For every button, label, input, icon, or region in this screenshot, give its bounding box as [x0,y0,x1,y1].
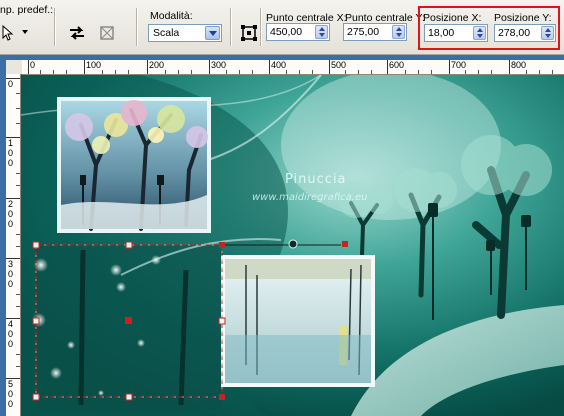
corner-handle[interactable] [32,241,40,249]
deform-toggle-button[interactable] [238,22,260,44]
ruler-mark: 700 [451,60,467,70]
ruler-mark: 0 [8,389,14,399]
ruler-mark: 100 [86,60,102,70]
center-x-input[interactable]: 450,00 [266,23,330,41]
edge-handle[interactable] [125,393,133,401]
horizontal-ruler: 0 100 200 300 400 500 600 700 800 [22,60,564,75]
mode-label: Modalità: [150,10,193,22]
ruler-mark: 0 [8,148,14,158]
preset-label: np. predef.: [0,4,54,16]
toolbar-separator [260,8,262,46]
mode-select-value: Scala [153,27,180,39]
ruler-mark: 0 [8,329,14,339]
canvas-image[interactable] [21,75,564,416]
ruler-mark: 0 [8,79,14,89]
ruler-mark: 0 [8,269,14,279]
ruler-mark: 0 [8,279,14,289]
ruler-corner [6,60,22,74]
tool-options-toolbar: np. predef.: Modalità: Scala Punto centr… [0,0,564,55]
ruler-mark: 1 [8,138,14,148]
ruler-mark: 200 [149,60,165,70]
ruler-mark: 0 [8,219,14,229]
center-handle[interactable] [125,317,132,324]
rotation-handle[interactable] [342,241,348,247]
watermark-name: Pinuccia [285,172,347,187]
corner-handle[interactable] [219,394,225,400]
artwork-svg [21,75,564,416]
ruler-mark: 0 [8,399,14,409]
ruler-mark: 0 [8,158,14,168]
pointer-icon [2,24,14,41]
center-x-value: 450,00 [270,26,303,38]
deform-box-icon [241,25,257,41]
ruler-mark: 0 [8,209,14,219]
center-y-input[interactable]: 275,00 [343,23,407,41]
preset-dropdown-arrow-icon[interactable] [22,30,28,34]
rotation-pivot-icon[interactable] [288,239,298,249]
swap-arrows-icon [70,26,84,40]
toolbar-separator [54,8,56,46]
ruler-mark: 2 [8,199,14,209]
spin-arrows-icon[interactable] [392,25,405,39]
spin-arrows-icon[interactable] [315,25,328,39]
framed-photo-rain [221,255,375,387]
watermark-url: www.maidiregrafica.eu [252,192,368,203]
ruler-mark: 300 [211,60,227,70]
edge-handle[interactable] [125,241,133,249]
framed-photo-trees [57,97,211,233]
ruler-mark: 400 [271,60,287,70]
edge-handle[interactable] [32,317,40,325]
chevron-down-icon[interactable] [205,26,220,40]
ruler-mark: 0 [30,60,36,70]
ruler-mark: 800 [511,60,527,70]
toolbar-separator [136,8,138,46]
position-fields-highlight [418,6,560,50]
mode-select[interactable]: Scala [148,24,222,42]
edge-handle[interactable] [218,317,226,325]
preset-picker-button[interactable] [0,22,20,44]
ruler-mark: 5 [8,379,14,389]
reset-box-icon [100,26,114,40]
ruler-mark: 500 [331,60,347,70]
reset-deform-button[interactable] [96,22,118,44]
ruler-mark: 4 [8,319,14,329]
ruler-mark: 600 [389,60,405,70]
ruler-mark: 3 [8,259,14,269]
center-y-value: 275,00 [347,26,380,38]
corner-handle[interactable] [219,242,225,248]
ruler-mark: 0 [8,339,14,349]
rotate-arrows-button[interactable] [66,22,88,44]
corner-handle[interactable] [32,393,40,401]
toolbar-separator [230,8,232,46]
vertical-ruler: 0 1 0 0 2 0 0 3 0 0 4 0 0 5 0 0 [6,74,21,416]
